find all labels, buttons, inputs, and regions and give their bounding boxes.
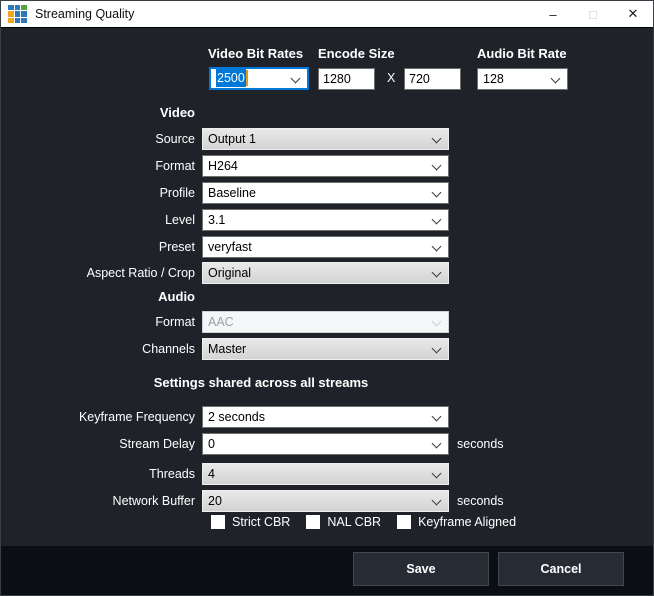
encode-size-label: Encode Size	[318, 46, 395, 61]
nal-cbr-label: NAL CBR	[327, 515, 381, 529]
row-audio-channels: Channels Master	[1, 338, 449, 360]
source-value: Output 1	[203, 129, 448, 149]
close-button[interactable]: ✕	[613, 1, 653, 27]
level-value: 3.1	[203, 210, 448, 230]
aspect-ratio-crop-select[interactable]: Original	[202, 262, 449, 284]
audio-channels-value: Master	[203, 339, 448, 359]
app-grid-icon	[8, 5, 27, 24]
video-bitrate-value: 2500	[216, 69, 246, 87]
cbr-options-group: Strict CBR NAL CBR Keyframe Aligned	[211, 515, 532, 529]
preset-value: veryfast	[203, 237, 448, 257]
minimize-icon: –	[549, 7, 556, 22]
network-buffer-suffix: seconds	[457, 494, 504, 508]
keyframe-frequency-label: Keyframe Frequency	[1, 410, 202, 424]
streaming-quality-dialog: Streaming Quality – □ ✕ Video Bit Rates …	[0, 0, 654, 596]
audio-bitrate-select[interactable]: 128	[477, 68, 568, 90]
profile-select[interactable]: Baseline	[202, 182, 449, 204]
network-buffer-select[interactable]: 20	[202, 490, 449, 512]
stream-delay-value: 0	[203, 434, 448, 454]
row-aspect-ratio-crop: Aspect Ratio / Crop Original	[1, 262, 449, 284]
strict-cbr-option: Strict CBR	[211, 515, 290, 529]
source-select[interactable]: Output 1	[202, 128, 449, 150]
row-keyframe-frequency: Keyframe Frequency 2 seconds	[1, 406, 457, 428]
profile-label: Profile	[1, 186, 202, 200]
stream-delay-suffix: seconds	[457, 437, 504, 451]
source-label: Source	[1, 132, 202, 146]
dialog-footer: Save Cancel	[1, 546, 653, 596]
cancel-button[interactable]: Cancel	[498, 552, 624, 586]
keyframe-frequency-select[interactable]: 2 seconds	[202, 406, 449, 428]
row-network-buffer: Network Buffer 20 seconds	[1, 490, 504, 512]
preset-label: Preset	[1, 240, 202, 254]
nal-cbr-checkbox[interactable]	[306, 515, 320, 529]
stream-delay-label: Stream Delay	[1, 437, 202, 451]
video-bitrate-select[interactable]: 2500	[209, 67, 309, 90]
row-stream-delay: Stream Delay 0 seconds	[1, 433, 504, 455]
profile-value: Baseline	[203, 183, 448, 203]
minimize-button[interactable]: –	[533, 1, 573, 27]
format-select[interactable]: H264	[202, 155, 449, 177]
audio-channels-label: Channels	[1, 342, 202, 356]
format-label: Format	[1, 159, 202, 173]
audio-section-header: Audio	[1, 289, 202, 304]
maximize-button: □	[573, 1, 613, 27]
stream-delay-select[interactable]: 0	[202, 433, 449, 455]
row-preset: Preset veryfast	[1, 236, 449, 258]
network-buffer-value: 20	[203, 491, 448, 511]
strict-cbr-checkbox[interactable]	[211, 515, 225, 529]
row-source: Source Output 1	[1, 128, 449, 150]
level-label: Level	[1, 213, 202, 227]
network-buffer-label: Network Buffer	[1, 494, 202, 508]
aspect-ratio-crop-value: Original	[203, 263, 448, 283]
row-threads: Threads 4	[1, 463, 457, 485]
row-profile: Profile Baseline	[1, 182, 449, 204]
audio-format-value: AAC	[203, 312, 448, 332]
audio-bitrate-label: Audio Bit Rate	[477, 46, 567, 61]
audio-format-label: Format	[1, 315, 202, 329]
save-button[interactable]: Save	[353, 552, 489, 586]
threads-value: 4	[203, 464, 448, 484]
keyframe-aligned-option: Keyframe Aligned	[397, 515, 516, 529]
nal-cbr-option: NAL CBR	[306, 515, 381, 529]
window-controls: – □ ✕	[533, 1, 653, 27]
encode-size-separator: X	[387, 71, 395, 85]
threads-label: Threads	[1, 467, 202, 481]
format-value: H264	[203, 156, 448, 176]
video-bitrates-label: Video Bit Rates	[208, 46, 303, 61]
row-audio-format: Format AAC	[1, 311, 449, 333]
video-section-header: Video	[1, 105, 202, 120]
audio-channels-select[interactable]: Master	[202, 338, 449, 360]
keyframe-frequency-value: 2 seconds	[203, 407, 448, 427]
shared-settings-header: Settings shared across all streams	[1, 375, 521, 390]
encode-height-input[interactable]	[404, 68, 461, 90]
strict-cbr-label: Strict CBR	[232, 515, 290, 529]
close-icon: ✕	[628, 6, 639, 22]
aspect-ratio-crop-label: Aspect Ratio / Crop	[1, 266, 202, 280]
preset-select[interactable]: veryfast	[202, 236, 449, 258]
keyframe-aligned-label: Keyframe Aligned	[418, 515, 516, 529]
threads-select[interactable]: 4	[202, 463, 449, 485]
keyframe-aligned-checkbox[interactable]	[397, 515, 411, 529]
row-format: Format H264	[1, 155, 449, 177]
audio-format-select: AAC	[202, 311, 449, 333]
row-level: Level 3.1	[1, 209, 449, 231]
titlebar: Streaming Quality – □ ✕	[1, 1, 653, 28]
maximize-icon: □	[589, 7, 597, 22]
encode-width-input[interactable]	[318, 68, 375, 90]
window-title: Streaming Quality	[35, 7, 134, 21]
level-select[interactable]: 3.1	[202, 209, 449, 231]
